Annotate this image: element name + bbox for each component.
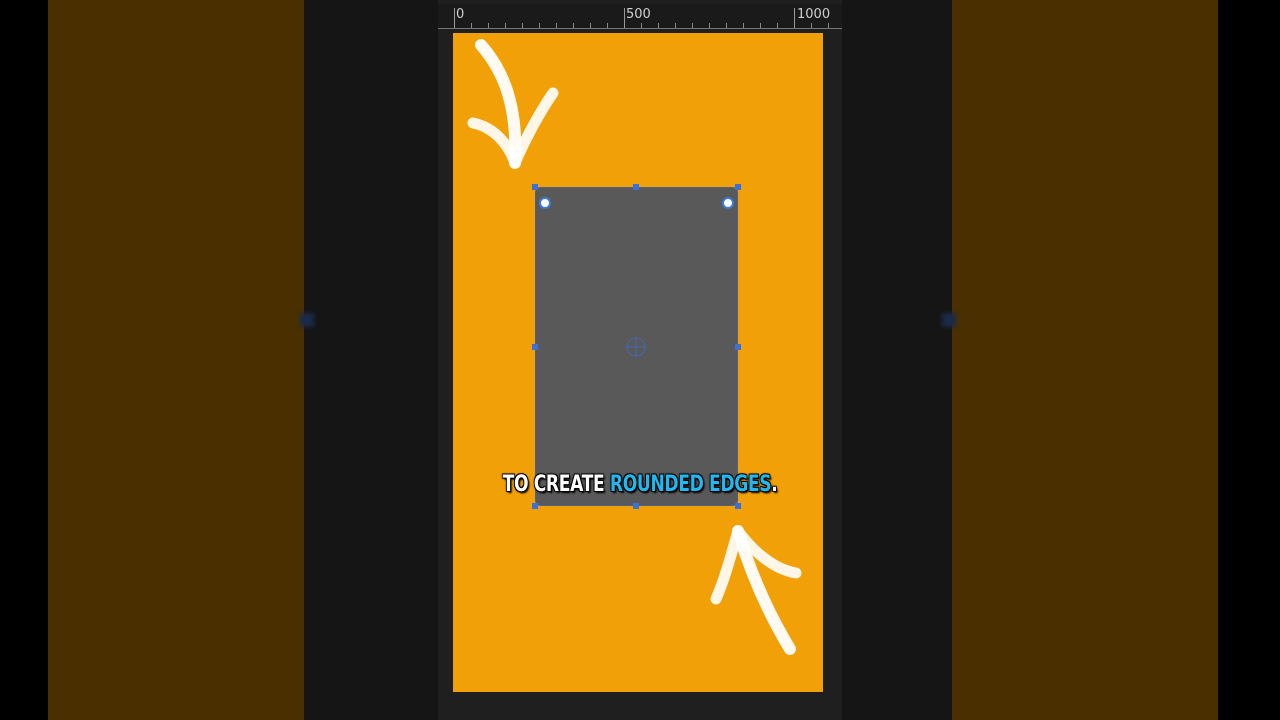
ruler-tick xyxy=(743,23,744,28)
ruler-tick xyxy=(471,23,472,28)
blurred-background-right xyxy=(952,0,1218,720)
ruler-tick xyxy=(641,23,642,28)
ruler-tick xyxy=(828,23,829,28)
ruler-tick xyxy=(573,23,574,28)
ruler-tick-major xyxy=(454,8,455,28)
artboard-canvas[interactable] xyxy=(453,33,823,692)
brush-arrow-icon xyxy=(467,39,559,169)
resize-handle-right[interactable] xyxy=(735,344,741,350)
ruler-tick xyxy=(811,23,812,28)
ruler-tick xyxy=(590,23,591,28)
blurred-marker-right xyxy=(942,313,956,327)
brush-arrow-icon xyxy=(710,525,802,655)
ruler-tick xyxy=(726,23,727,28)
caption-part-1: TO CREATE xyxy=(502,472,605,497)
resize-handle-top-right[interactable] xyxy=(735,184,741,190)
blurred-marker-left xyxy=(300,313,314,327)
resize-handle-top[interactable] xyxy=(633,184,639,190)
editor-viewport: 0 500 1000 xyxy=(438,0,842,720)
ruler-tick xyxy=(488,23,489,28)
ruler-label-500: 500 xyxy=(626,7,651,22)
resize-handle-top-left[interactable] xyxy=(532,184,538,190)
ruler-tick xyxy=(777,23,778,28)
ruler-tick xyxy=(505,23,506,28)
crosshair-icon[interactable] xyxy=(624,335,648,359)
caption-period: . xyxy=(771,472,778,497)
blurred-background-left xyxy=(48,0,304,720)
horizontal-ruler[interactable]: 0 500 1000 xyxy=(438,4,842,29)
ruler-tick-major xyxy=(624,8,625,28)
ruler-tick xyxy=(692,23,693,28)
corner-radius-handle-right[interactable] xyxy=(722,197,734,209)
ruler-tick xyxy=(522,23,523,28)
ruler-label-0: 0 xyxy=(456,7,465,22)
resize-handle-left[interactable] xyxy=(532,344,538,350)
resize-handle-bottom[interactable] xyxy=(633,503,639,509)
resize-handle-bottom-right[interactable] xyxy=(735,503,741,509)
background-dark-left xyxy=(304,0,438,720)
ruler-tick-major xyxy=(794,8,795,28)
ruler-label-1000: 1000 xyxy=(797,7,831,22)
ruler-tick xyxy=(607,23,608,28)
background-dark-right xyxy=(842,0,952,720)
corner-radius-handle-left[interactable] xyxy=(539,197,551,209)
ruler-tick xyxy=(675,23,676,28)
ruler-tick xyxy=(539,23,540,28)
ruler-tick xyxy=(709,23,710,28)
ruler-tick xyxy=(556,23,557,28)
subtitle-caption: TO CREATE ROUNDED EDGES. xyxy=(141,472,1139,497)
ruler-tick xyxy=(658,23,659,28)
caption-highlight: ROUNDED EDGES xyxy=(609,472,772,497)
resize-handle-bottom-left[interactable] xyxy=(532,503,538,509)
ruler-tick xyxy=(760,23,761,28)
